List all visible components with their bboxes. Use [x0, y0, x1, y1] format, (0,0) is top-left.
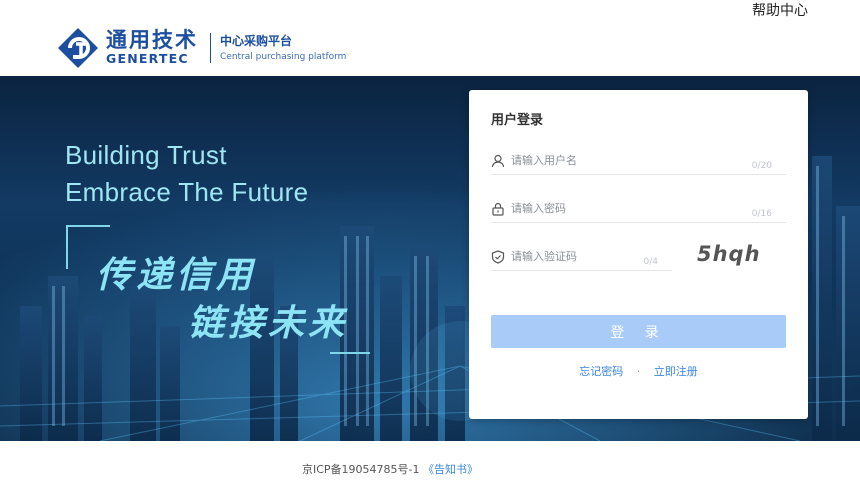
username-counter: 0/20 [751, 161, 772, 171]
platform-en: Central purchasing platform [220, 51, 347, 62]
platform-name: 中心采购平台 Central purchasing platform [220, 33, 346, 64]
icp-number: 京ICP备19054785号-1 [302, 463, 420, 476]
forgot-password-link[interactable]: 忘记密码 [579, 365, 623, 378]
platform-cn: 中心采购平台 [220, 33, 293, 48]
slogan-cn-line2: 链接未来 [188, 303, 349, 344]
help-center-link[interactable]: 帮助中心 [752, 0, 808, 20]
captcha-field: 0/4 [491, 243, 672, 271]
notice-link[interactable]: 《告知书》 [423, 463, 478, 476]
footer-text: 京ICP备19054785号-1 《告知书》 [302, 461, 478, 477]
slogan-en-line1: Building Trust [65, 140, 227, 170]
password-counter: 0/16 [751, 209, 772, 219]
links-separator: · [636, 365, 641, 378]
login-links: 忘记密码 · 立即注册 [469, 363, 808, 379]
register-link[interactable]: 立即注册 [654, 365, 698, 378]
lock-icon [492, 202, 504, 216]
logo-en: GENERTEC [106, 51, 189, 66]
user-icon [491, 154, 505, 167]
captcha-counter: 0/4 [643, 257, 658, 267]
header: 通用技术 GENERTEC 中心采购平台 Central purchasing … [0, 0, 860, 76]
password-field: 0/16 [491, 195, 786, 223]
slogan-en-line2: Embrace The Future [65, 177, 309, 207]
username-input[interactable] [511, 154, 786, 167]
logo-cn: 通用技术 [106, 28, 198, 52]
slogan-cn-line1: 传递信用 [96, 255, 257, 296]
footer: 京ICP备19054785号-1 《告知书》 [0, 441, 860, 483]
logo[interactable]: 通用技术 GENERTEC 中心采购平台 Central purchasing … [56, 26, 346, 70]
username-field: 0/20 [491, 147, 786, 175]
decor-underline [330, 352, 370, 354]
genertec-logo-icon [58, 28, 98, 68]
login-button[interactable]: 登 录 [491, 315, 786, 348]
shield-check-icon [491, 249, 505, 264]
logo-divider [210, 33, 211, 63]
login-page: 通用技术 GENERTEC 中心采购平台 Central purchasing … [0, 0, 860, 483]
login-card: 用户登录 0/20 0/16 0/4 [469, 90, 808, 419]
captcha-image[interactable]: 5hqh [697, 242, 767, 272]
password-input[interactable] [511, 202, 786, 215]
login-title: 用户登录 [491, 113, 544, 128]
logo-text: 通用技术 GENERTEC [106, 29, 198, 67]
